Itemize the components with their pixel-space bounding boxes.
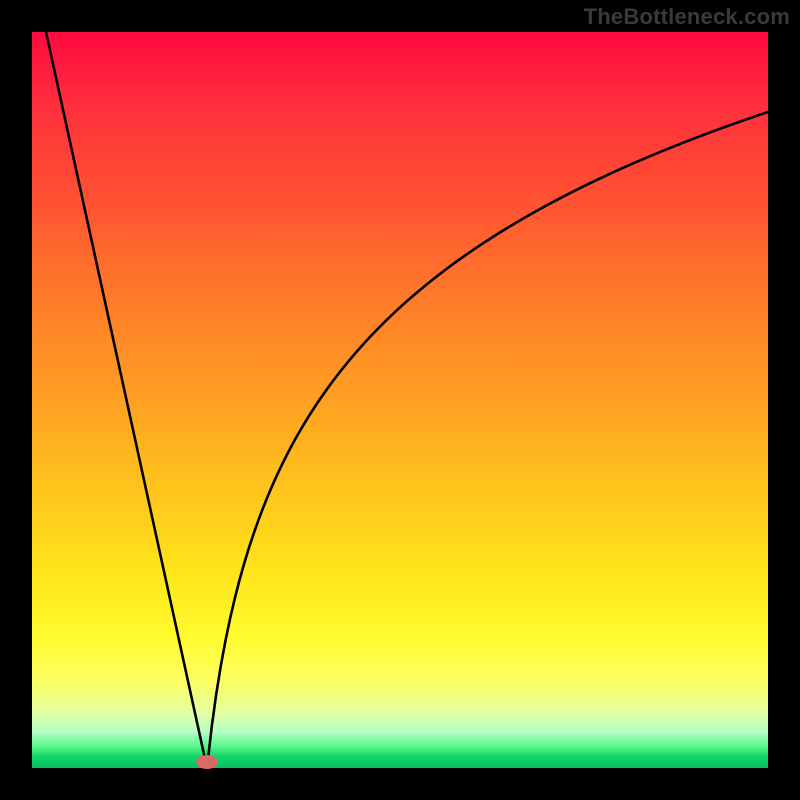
minimum-marker	[196, 755, 218, 769]
chart-frame: TheBottleneck.com	[0, 0, 800, 800]
plot-area	[32, 32, 768, 768]
watermark-text: TheBottleneck.com	[584, 4, 790, 30]
bottleneck-curve	[32, 32, 768, 768]
